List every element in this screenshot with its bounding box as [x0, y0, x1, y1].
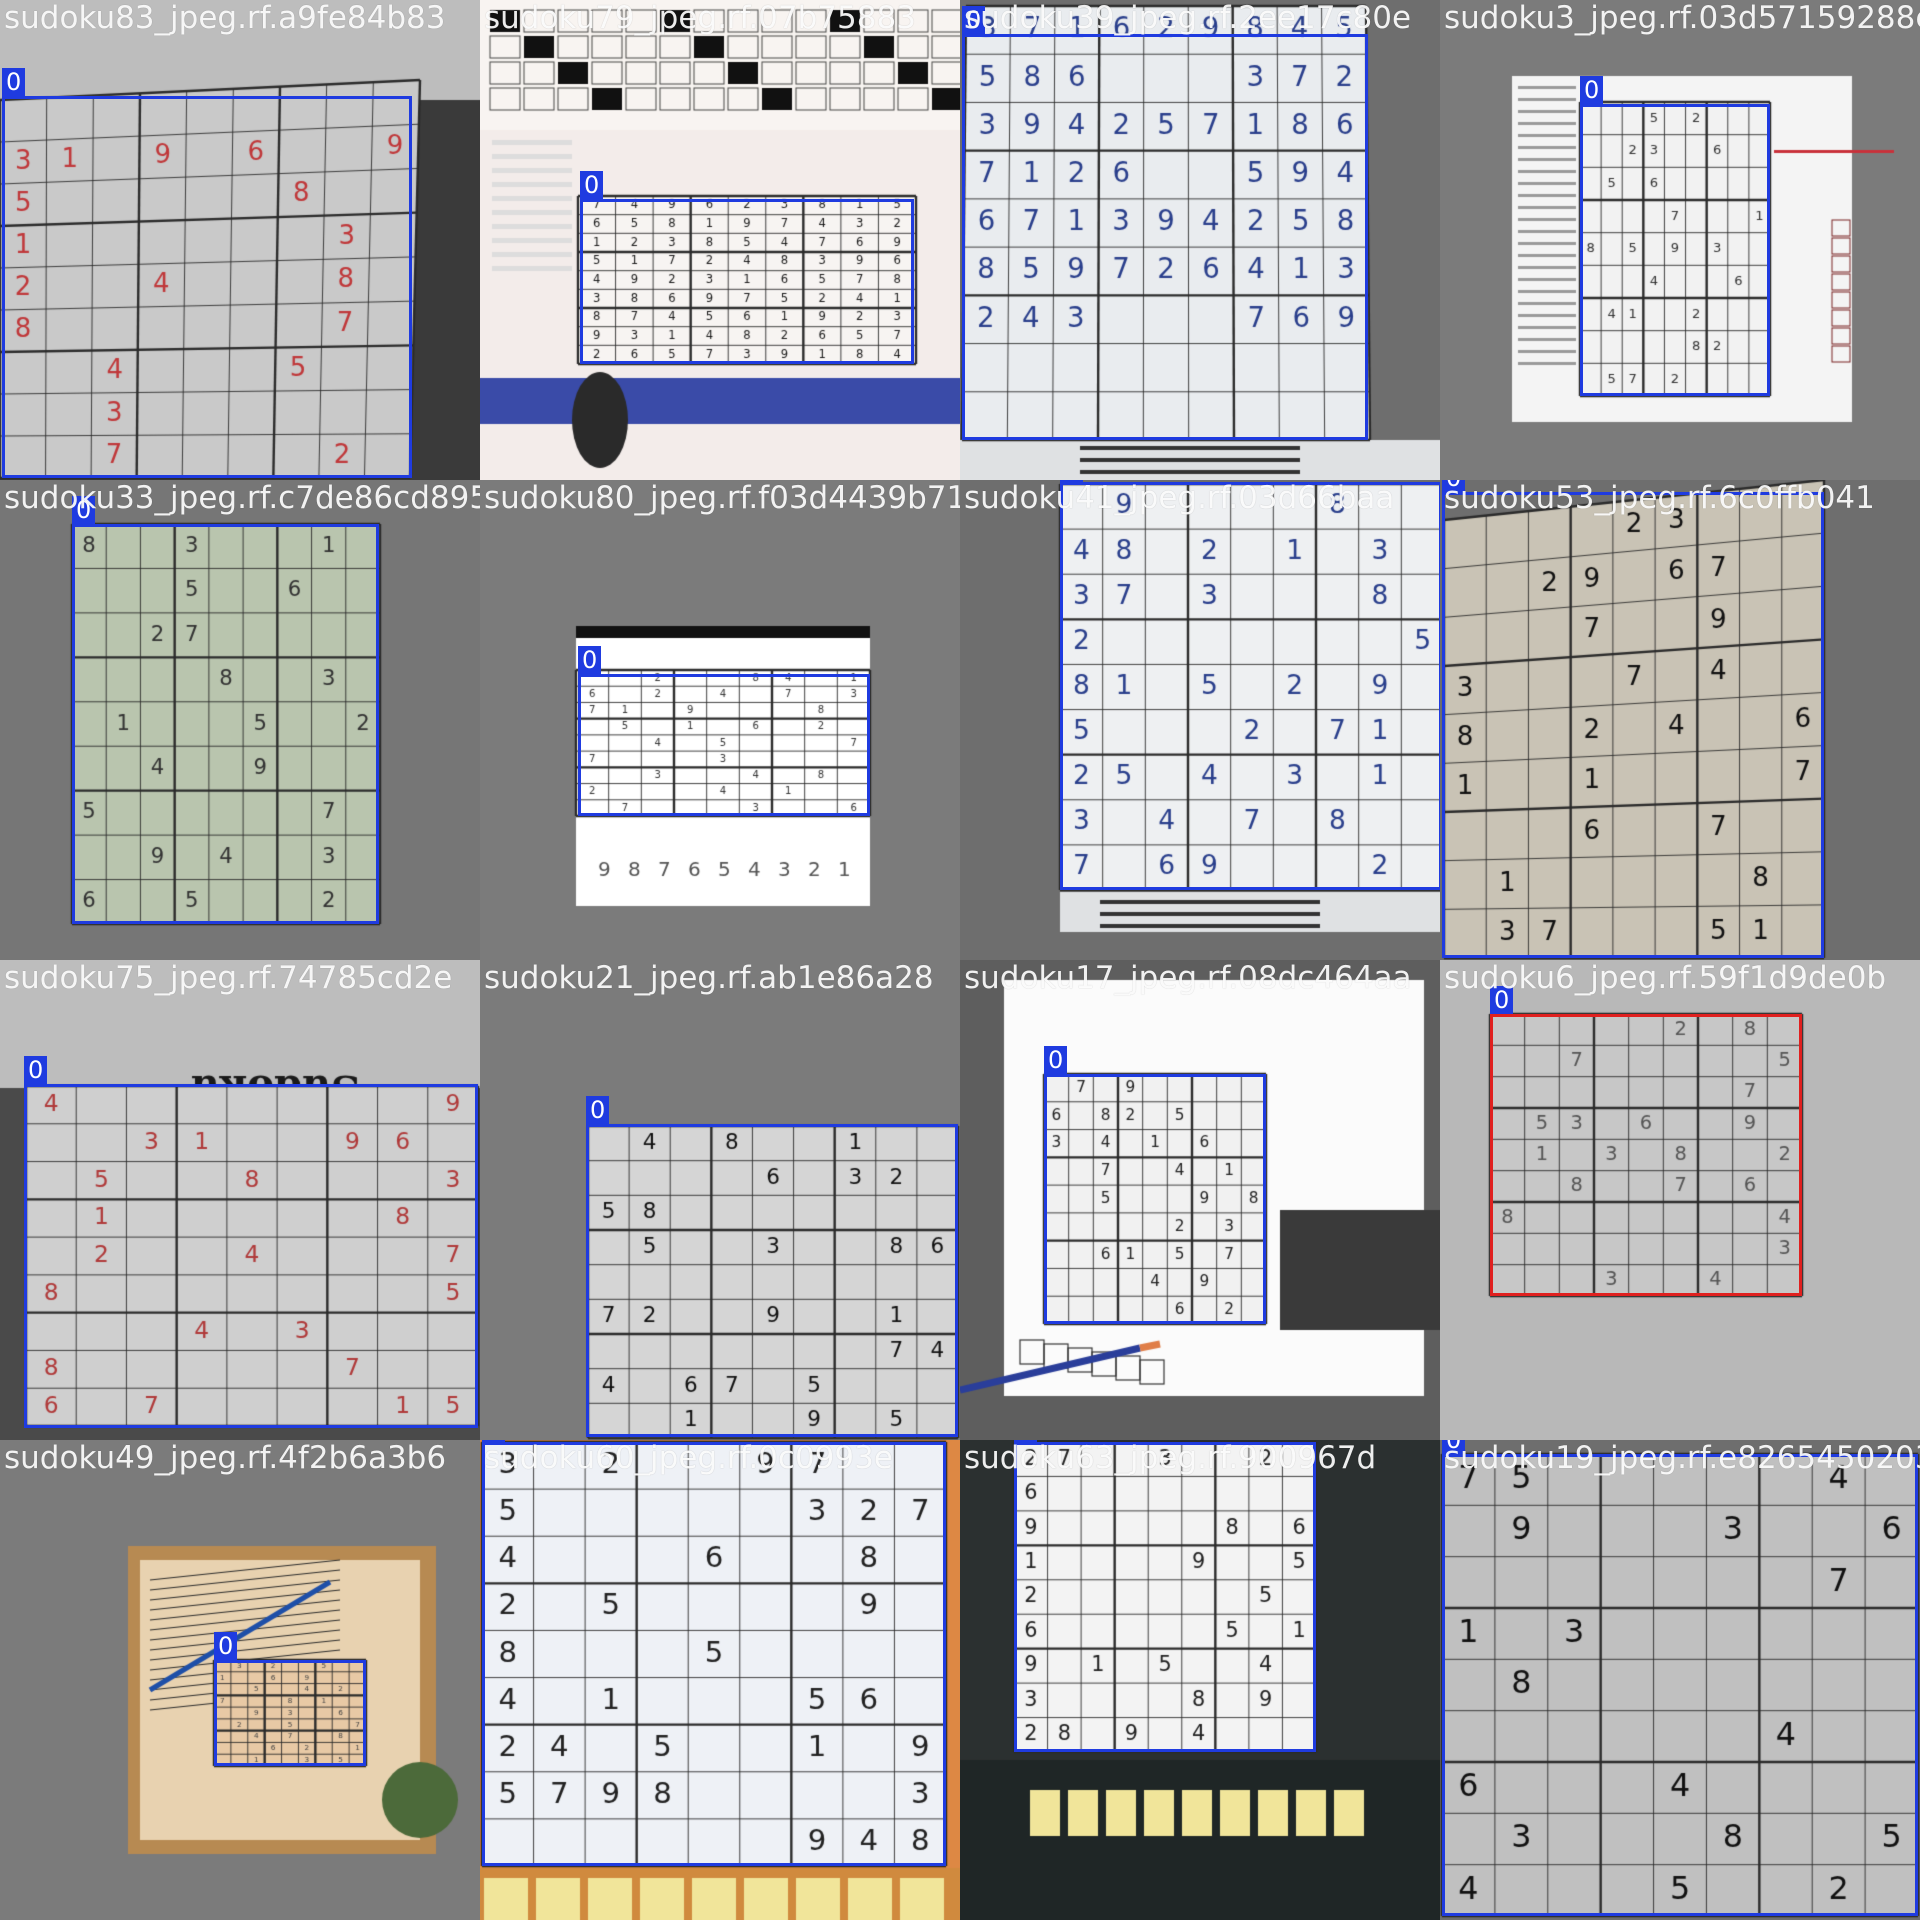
bounding-box: 0 — [1044, 1046, 1266, 1324]
filename-label: sudoku3_jpeg.rf.03d57159288ec — [1444, 0, 1920, 36]
filename-label: sudoku60_jpeg.rf.0c0993e — [484, 1440, 893, 1476]
bounding-box-label: 0 — [214, 1632, 238, 1660]
tile-9: 0 sudoku75_jpeg.rf.74785cd2e — [0, 960, 480, 1440]
filename-label: sudoku79_jpeg.rf.07b75883 — [484, 0, 916, 36]
bounding-box-label: 0 — [580, 171, 604, 199]
tile-2: 0 sudoku79_jpeg.rf.07b75883 — [480, 0, 960, 480]
filename-label: sudoku75_jpeg.rf.74785cd2e — [4, 960, 453, 996]
bounding-box: 0 — [482, 1440, 946, 1866]
bounding-box: 0 — [586, 1096, 958, 1437]
filename-label: sudoku80_jpeg.rf.f03d4439b711a3 — [484, 480, 960, 516]
bounding-box: 0 — [1442, 1440, 1918, 1916]
bounding-box-label: 0 — [24, 1056, 48, 1084]
filename-label: sudoku21_jpeg.rf.ab1e86a28 — [484, 960, 934, 996]
bounding-box: 0 — [580, 171, 914, 364]
tile-14: 0 sudoku60_jpeg.rf.0c0993e — [480, 1440, 960, 1920]
filename-label: sudoku83_jpeg.rf.a9fe84b83 — [4, 0, 446, 36]
tile-16: 0 sudoku19_jpeg.rf.e826545020376 — [1440, 1440, 1920, 1920]
bounding-box-label: 0 — [1580, 76, 1604, 104]
tile-11: 0 sudoku17_jpeg.rf.08dc464aa — [960, 960, 1440, 1440]
tile-4: 0 sudoku3_jpeg.rf.03d57159288ec — [1440, 0, 1920, 480]
tile-1: 0 sudoku83_jpeg.rf.a9fe84b83 — [0, 0, 480, 480]
bounding-box-label: 0 — [586, 1096, 610, 1124]
filename-label: sudoku6_jpeg.rf.59f1d9de0b — [1444, 960, 1887, 996]
bounding-box: 0 — [1580, 76, 1770, 396]
tile-7: 0 sudoku41_jpeg.rf.03d66baa — [960, 480, 1440, 960]
bounding-box: 0 — [578, 646, 870, 816]
filename-label: sudoku63_jpeg.rf.900967d — [964, 1440, 1377, 1476]
tile-5: 0 sudoku33_jpeg.rf.c7de86cd8958ce — [0, 480, 480, 960]
bounding-box: 0 — [1014, 1440, 1316, 1752]
bounding-box: 0 — [1490, 986, 1802, 1296]
filename-label: sudoku49_jpeg.rf.4f2b6a3b6 — [4, 1440, 447, 1476]
bounding-box: 0 — [962, 6, 1368, 440]
bounding-box-label: 0 — [578, 646, 602, 674]
bounding-box: 0 — [2, 68, 412, 478]
tile-13: 0 sudoku49_jpeg.rf.4f2b6a3b6 — [0, 1440, 480, 1920]
image-mosaic: 0 sudoku83_jpeg.rf.a9fe84b83 0 sudoku79_… — [0, 0, 1920, 1920]
filename-label: sudoku39_jpeg.rf.2ee17c80e — [964, 0, 1412, 36]
tile-10: 0 sudoku21_jpeg.rf.ab1e86a28 — [480, 960, 960, 1440]
filename-label: sudoku53_jpeg.rf.6c0ffb041 — [1444, 480, 1875, 516]
tile-15: 0 sudoku63_jpeg.rf.900967d — [960, 1440, 1440, 1920]
tile-8: 0 sudoku53_jpeg.rf.6c0ffb041 — [1440, 480, 1920, 960]
tile-3: 0 sudoku39_jpeg.rf.2ee17c80e — [960, 0, 1440, 480]
bounding-box: 0 — [72, 496, 379, 924]
tile-12: 0 sudoku6_jpeg.rf.59f1d9de0b — [1440, 960, 1920, 1440]
filename-label: sudoku19_jpeg.rf.e826545020376 — [1444, 1440, 1920, 1476]
bounding-box-label: 0 — [1044, 1046, 1068, 1074]
bounding-box-label: 0 — [2, 68, 26, 96]
filename-label: sudoku33_jpeg.rf.c7de86cd8958ce — [4, 480, 480, 516]
bounding-box: 0 — [1060, 480, 1440, 890]
filename-label: sudoku17_jpeg.rf.08dc464aa — [964, 960, 1412, 996]
filename-label: sudoku41_jpeg.rf.03d66baa — [964, 480, 1395, 516]
bounding-box: 0 — [1442, 480, 1824, 958]
tile-6: 0 sudoku80_jpeg.rf.f03d4439b711a3 — [480, 480, 960, 960]
bounding-box: 0 — [24, 1056, 478, 1428]
bounding-box: 0 — [214, 1632, 366, 1766]
